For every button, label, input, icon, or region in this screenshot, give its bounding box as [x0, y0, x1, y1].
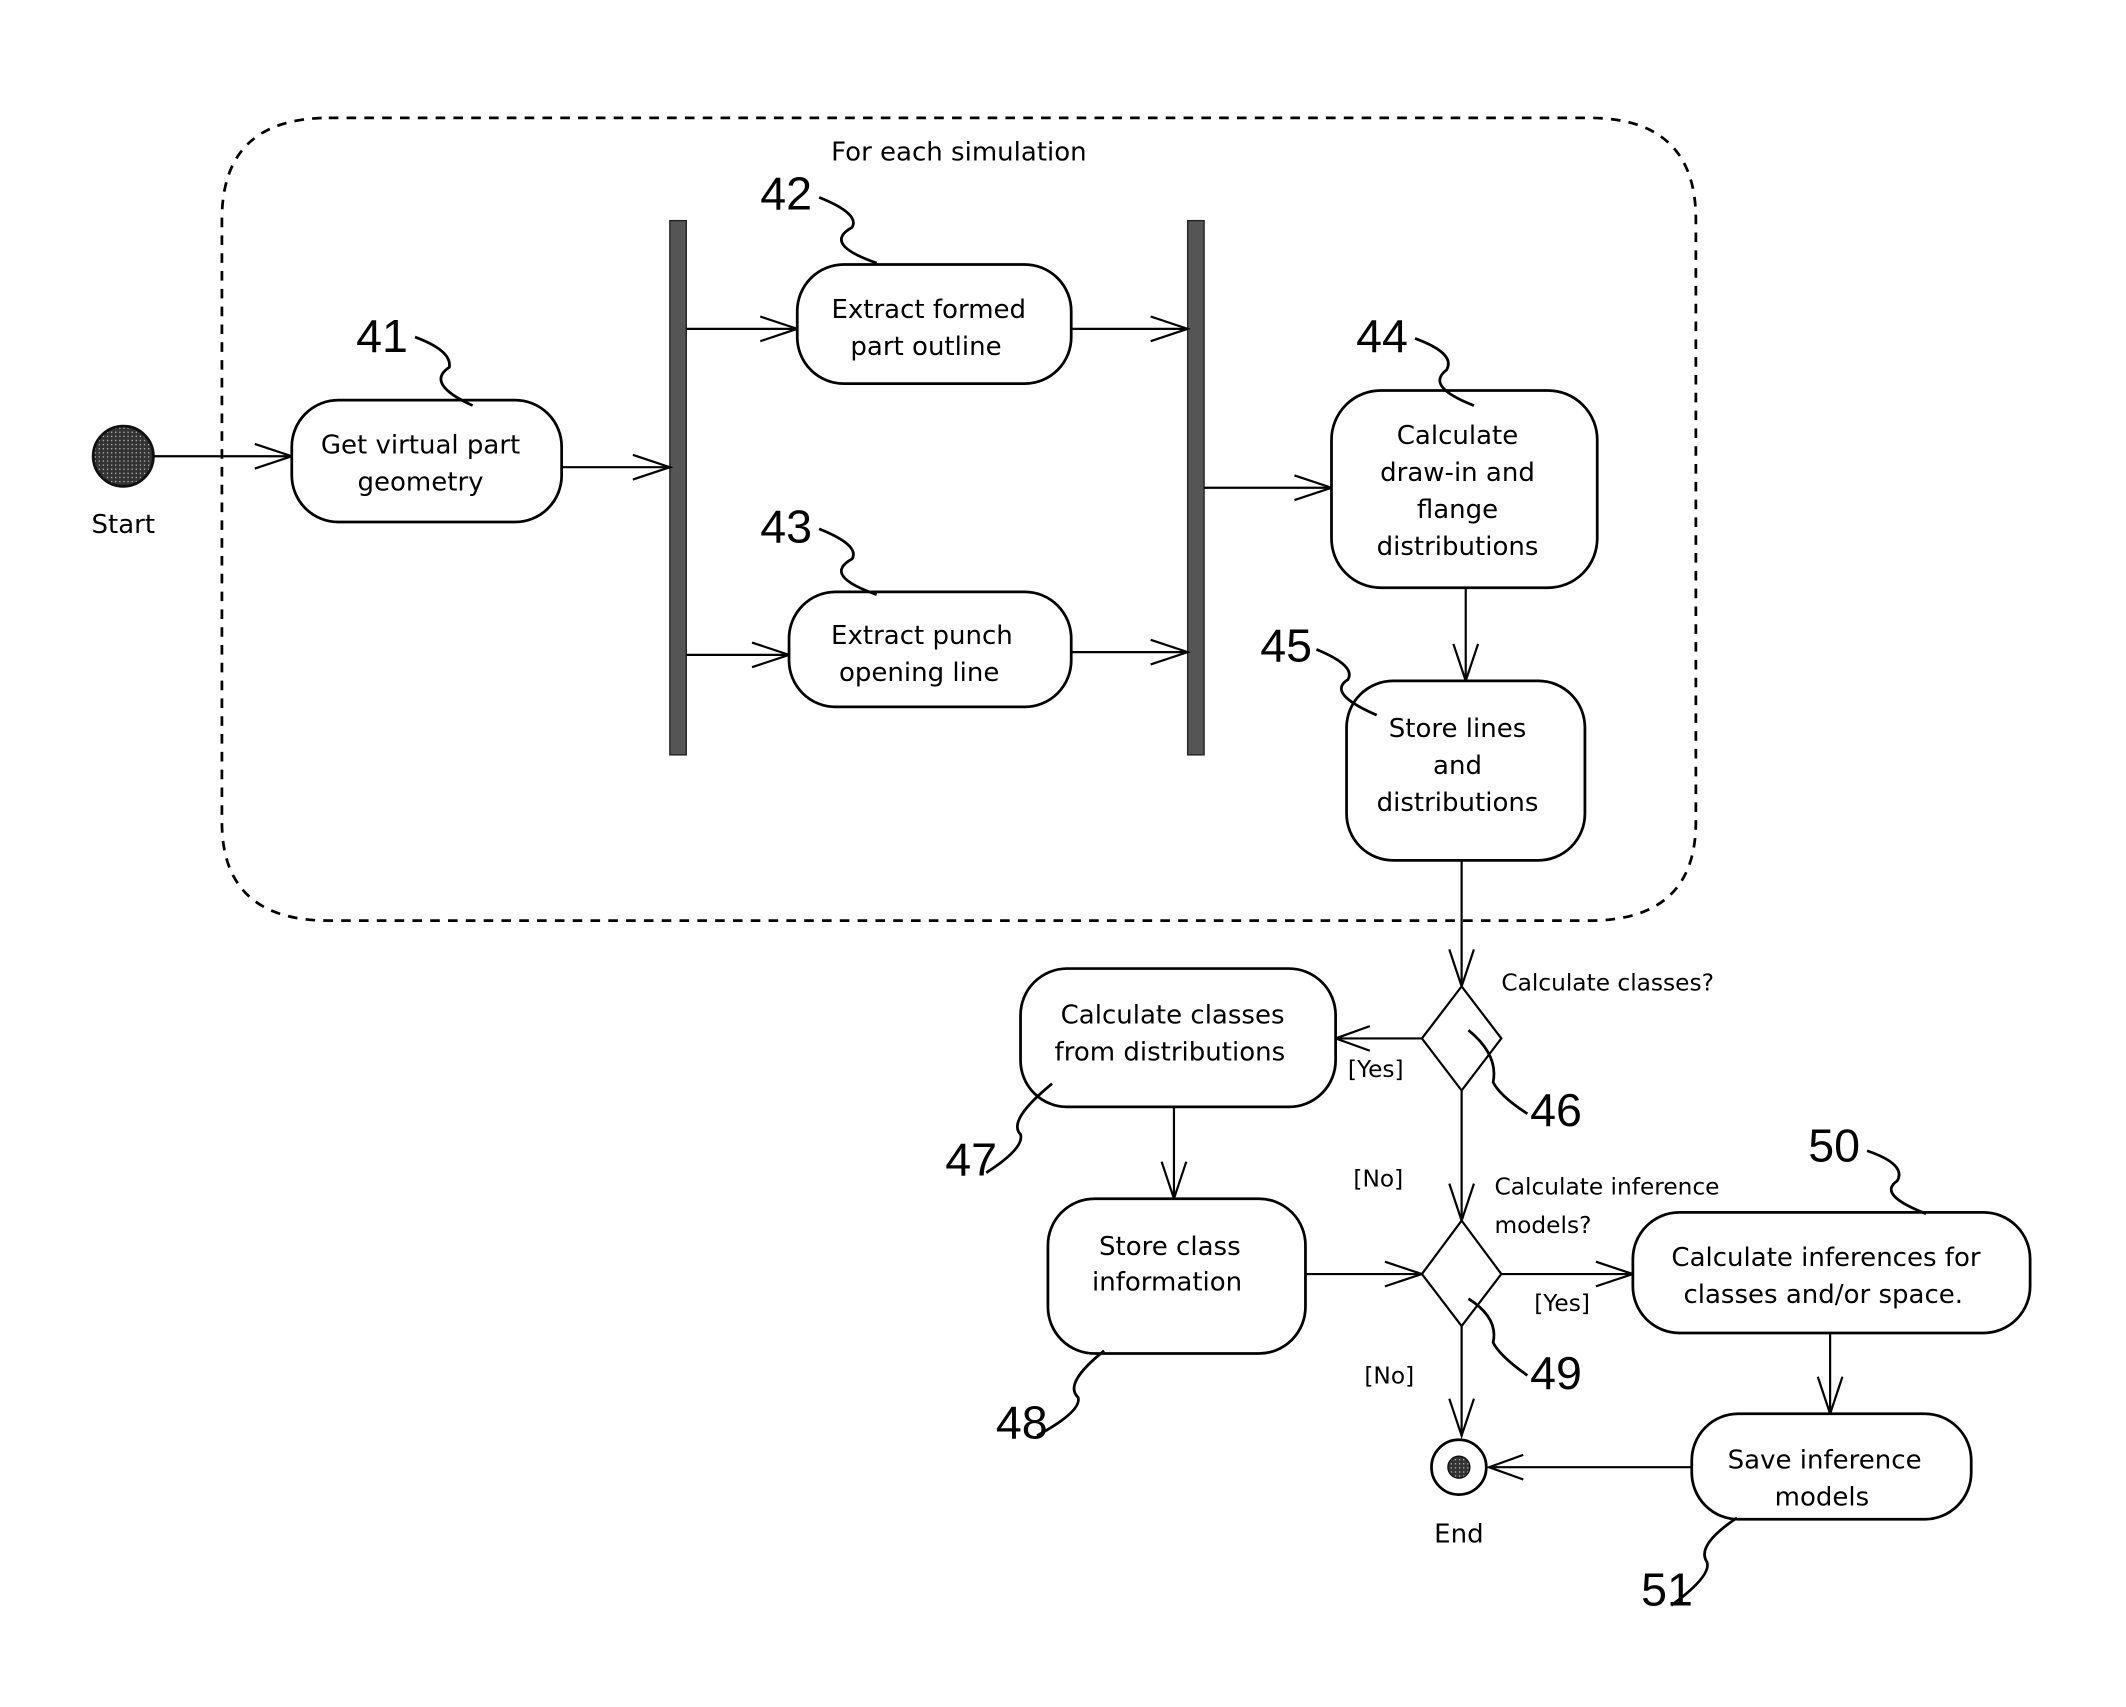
node-label: distributions [1377, 788, 1539, 818]
decision-46-yes-label: [Yes] [1348, 1056, 1404, 1083]
node-41-get-geometry[interactable]: Get virtual part geometry [290, 398, 564, 524]
node-48-store-class-info[interactable]: Store class information [1046, 1197, 1307, 1355]
start-node[interactable] [91, 424, 155, 488]
node-47-calc-classes[interactable]: Calculate classes from distributions [1019, 967, 1337, 1109]
ref-51: 51 [1641, 1564, 1693, 1616]
end-node[interactable] [1430, 1438, 1488, 1496]
node-50-calc-inferences[interactable]: Calculate inferences for classes and/or … [1631, 1211, 2032, 1335]
ref-48: 48 [996, 1396, 1048, 1448]
start-label: Start [92, 510, 156, 540]
decision-49-question-line2: models? [1495, 1212, 1592, 1239]
ref-44: 44 [1356, 310, 1408, 362]
node-label: information [1092, 1267, 1242, 1297]
node-label: Get virtual part [321, 431, 520, 461]
node-label: Store class [1099, 1232, 1241, 1262]
node-label: Store lines [1389, 714, 1527, 744]
decision-49-diamond[interactable] [1420, 1218, 1503, 1328]
ref-47: 47 [945, 1133, 997, 1185]
ref-43: 43 [760, 501, 812, 553]
decision-46-no-label: [No] [1353, 1165, 1403, 1192]
node-42-extract-outline[interactable]: Extract formed part outline [795, 263, 1073, 386]
decision-46-question: Calculate classes? [1501, 969, 1714, 996]
node-label: geometry [358, 467, 484, 497]
activity-diagram: For each simulation Start Get virtual pa… [91, 116, 2032, 1616]
fork-bar [669, 219, 687, 756]
node-label: classes and/or space. [1683, 1280, 1963, 1310]
node-label: part outline [850, 332, 1001, 362]
node-label: Calculate inferences for [1671, 1243, 1980, 1273]
join-bar [1186, 219, 1205, 756]
node-label: distributions [1377, 532, 1539, 562]
node-label: Calculate classes [1061, 1000, 1285, 1030]
ref-49: 49 [1530, 1347, 1582, 1399]
node-label: flange [1417, 495, 1498, 525]
ref-46: 46 [1530, 1084, 1582, 1136]
node-51-save-models[interactable]: Save inference models [1690, 1412, 1973, 1521]
node-45-store-lines[interactable]: Store lines and distributions [1345, 679, 1587, 862]
node-label: Extract punch [831, 621, 1013, 651]
end-label: End [1434, 1520, 1483, 1550]
decision-49-question-line1: Calculate inference [1495, 1174, 1720, 1201]
loop-label: For each simulation [831, 137, 1087, 167]
ref-42: 42 [760, 168, 812, 220]
ref-50: 50 [1808, 1120, 1860, 1172]
node-44-calc-distributions[interactable]: Calculate draw-in and flange distributio… [1330, 389, 1599, 590]
decision-46-diamond[interactable] [1420, 984, 1503, 1093]
node-label: Calculate [1397, 421, 1519, 451]
node-label: draw-in and [1380, 458, 1535, 488]
ref-45: 45 [1260, 620, 1312, 672]
node-43-extract-punch-line[interactable]: Extract punch opening line [787, 590, 1073, 709]
node-label: opening line [839, 658, 999, 688]
node-label: Extract formed [831, 295, 1026, 325]
decision-49-yes-label: [Yes] [1534, 1290, 1590, 1317]
reference-numerals: 41 42 43 44 45 46 47 48 49 50 51 [356, 168, 1927, 1616]
decision-49-no-label: [No] [1364, 1363, 1414, 1390]
node-label: from distributions [1055, 1037, 1286, 1067]
node-label: and [1433, 751, 1482, 781]
node-label: Save inference [1728, 1446, 1922, 1476]
node-label: models [1775, 1483, 1870, 1513]
ref-41: 41 [356, 310, 408, 362]
